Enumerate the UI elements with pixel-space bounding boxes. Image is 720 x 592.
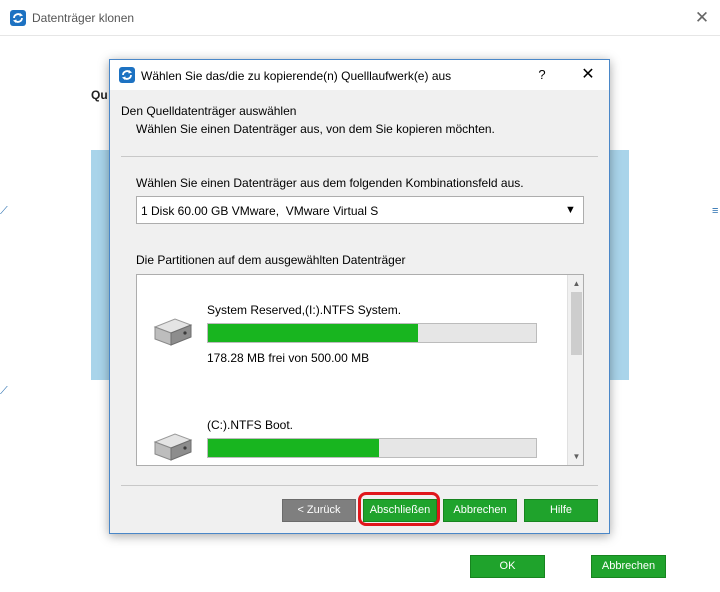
outer-titlebar: Datenträger klonen ✕ [0, 0, 720, 36]
outer-heading: Qu [91, 88, 108, 102]
outer-close-icon[interactable]: ✕ [688, 6, 716, 30]
partition-list-scrollbar[interactable]: ▲ ▼ [567, 275, 583, 465]
section-title: Den Quelldatenträger auswählen [121, 104, 297, 118]
close-icon[interactable]: ✕ [576, 64, 600, 86]
divider [121, 485, 598, 486]
partition-usage-bar [207, 323, 537, 343]
outer-cancel-button[interactable]: Abbrechen [591, 555, 666, 578]
partitions-label: Die Partitionen auf dem ausgewählten Dat… [136, 253, 406, 267]
edge-icon: ⟋ [0, 205, 8, 217]
scrollbar-thumb[interactable] [571, 292, 582, 355]
partition-item[interactable]: (C:).NTFS Boot. [137, 390, 567, 465]
disk-combo-value: 1 Disk 60.00 GB VMware, VMware Virtual S [141, 204, 379, 218]
partition-usage-fill [208, 439, 379, 457]
dialog-titlebar: Wählen Sie das/die zu kopierende(n) Quel… [110, 60, 609, 90]
disk-combobox[interactable]: 1 Disk 60.00 GB VMware, VMware Virtual S… [136, 196, 584, 224]
help-icon[interactable]: ? [532, 65, 552, 85]
app-logo-icon [10, 10, 26, 26]
disk-drive-icon [153, 433, 193, 461]
cancel-button[interactable]: Abbrechen [443, 499, 517, 522]
app-logo-icon [119, 67, 135, 83]
divider [121, 156, 598, 157]
finish-button[interactable]: Abschließen [363, 499, 437, 522]
partition-list[interactable]: System Reserved,(I:).NTFS System. 178.28… [136, 274, 584, 466]
select-source-disk-dialog: Wählen Sie das/die zu kopierende(n) Quel… [109, 59, 610, 534]
partition-usage-fill [208, 324, 418, 342]
scroll-down-icon[interactable]: ▼ [568, 448, 583, 465]
disk-combo-label: Wählen Sie einen Datenträger aus dem fol… [136, 176, 524, 190]
outer-ok-button[interactable]: OK [470, 555, 545, 578]
back-button[interactable]: < Zurück [282, 499, 356, 522]
dialog-title: Wählen Sie das/die zu kopierende(n) Quel… [141, 69, 452, 83]
help-button[interactable]: Hilfe [524, 499, 598, 522]
partition-name: (C:).NTFS Boot. [207, 418, 294, 432]
partition-name: System Reserved,(I:).NTFS System. [207, 303, 402, 317]
partition-usage-bar [207, 438, 537, 458]
outer-window-title: Datenträger klonen [32, 11, 135, 25]
partition-item[interactable]: System Reserved,(I:).NTFS System. 178.28… [137, 275, 567, 385]
section-subtitle: Wählen Sie einen Datenträger aus, von de… [136, 122, 495, 136]
edge-icon: ⟋ [0, 385, 8, 397]
partition-free-space: 178.28 MB frei von 500.00 MB [207, 351, 370, 365]
scroll-up-icon[interactable]: ▲ [568, 275, 583, 292]
disk-drive-icon [153, 318, 193, 346]
dropdown-arrow-icon[interactable]: ▼ [565, 204, 576, 216]
edge-icon: ≡ [712, 205, 719, 217]
